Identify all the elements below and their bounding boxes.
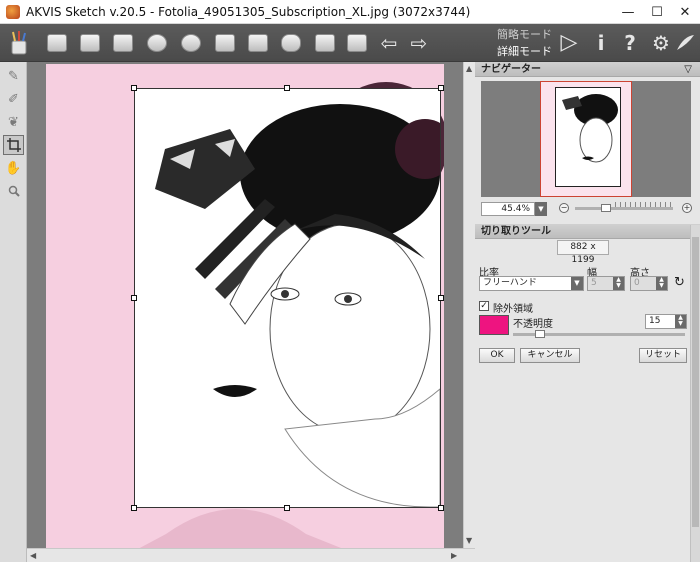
panel-scrollbar-thumb[interactable] — [692, 237, 699, 527]
speech-bubble-icon[interactable] — [278, 30, 304, 56]
minimize-button[interactable]: — — [612, 0, 644, 24]
detailed-mode-toggle[interactable]: 詳細モード — [497, 43, 552, 59]
zoom-value-field[interactable]: 45.4% — [481, 202, 535, 216]
zoom-slider-track[interactable] — [575, 207, 673, 210]
canvas-horizontal-scrollbar[interactable]: ◀ ▶ — [27, 548, 475, 562]
crop-handle-top-right[interactable] — [438, 85, 444, 91]
crop-size-readout: 882 x 1199 — [557, 240, 609, 265]
main-toolbar: ⇦ ⇨ 簡略モード 詳細モード ▷ i ? ⚙ — [0, 24, 700, 62]
zoom-slider-thumb[interactable] — [601, 204, 611, 212]
crop-handle-right[interactable] — [438, 295, 444, 301]
tool-palette: ✎ ✐ ❦ ✋ — [0, 62, 27, 562]
exclude-color-swatch[interactable] — [479, 315, 509, 335]
crop-handle-top-left[interactable] — [131, 85, 137, 91]
zoom-dropdown-arrow-icon[interactable]: ▼ — [535, 202, 547, 216]
scroll-up-arrow-icon[interactable]: ▲ — [466, 64, 472, 73]
opacity-slider-thumb[interactable] — [535, 330, 545, 338]
undo-arrow-icon[interactable]: ⇦ — [376, 30, 402, 56]
help-icon[interactable]: ? — [617, 30, 643, 56]
image-canvas[interactable] — [27, 62, 463, 548]
brush-cup-icon[interactable] — [6, 30, 32, 56]
hand-tool-icon[interactable]: ✋ — [3, 158, 24, 178]
zoom-slider-ticks — [615, 202, 673, 207]
info-icon[interactable]: i — [588, 30, 614, 56]
save-image-icon[interactable] — [77, 30, 103, 56]
simple-mode-toggle[interactable]: 簡略モード — [497, 26, 552, 42]
share-icon[interactable] — [144, 30, 170, 56]
load-preset-icon[interactable] — [212, 30, 238, 56]
crop-handle-top[interactable] — [284, 85, 290, 91]
navigator-visible-area[interactable] — [555, 87, 621, 187]
batch-load-icon[interactable] — [312, 30, 338, 56]
scroll-down-arrow-icon[interactable]: ▼ — [466, 536, 472, 545]
app-logo-icon — [6, 4, 20, 19]
spinner-icon: ▲ ▼ — [656, 277, 667, 290]
crop-tool-header: 切り取りツール — [475, 224, 700, 239]
pencil-tool-icon[interactable]: ✎ — [3, 66, 24, 86]
crop-handle-bottom-left[interactable] — [131, 505, 137, 511]
height-field: 0 ▲ ▼ — [630, 276, 668, 291]
zoom-out-icon[interactable]: − — [559, 203, 569, 213]
crop-tool-title: 切り取りツール — [481, 226, 551, 237]
crop-frame[interactable] — [134, 88, 441, 508]
navigator-title: ナビゲーター — [481, 64, 541, 75]
crop-tool-icon[interactable] — [3, 135, 24, 155]
exclude-area-checkbox[interactable]: ✓ — [479, 301, 489, 311]
swap-dimensions-icon[interactable]: ↻ — [674, 275, 685, 290]
chevron-down-icon: ▼ — [571, 277, 583, 290]
ok-button[interactable]: OK — [479, 348, 515, 363]
opacity-label: 不透明度 — [513, 319, 553, 330]
reset-button[interactable]: リセット — [639, 348, 687, 363]
spinner-icon[interactable]: ▲ ▼ — [675, 315, 686, 328]
scroll-left-arrow-icon[interactable]: ◀ — [30, 551, 36, 560]
canvas-vertical-scrollbar[interactable]: ▲ ▼ — [463, 62, 475, 548]
redo-arrow-icon[interactable]: ⇨ — [406, 30, 432, 56]
photo-background — [46, 64, 444, 548]
width-field: 5 ▲ ▼ — [587, 276, 625, 291]
close-button[interactable]: ✕ — [669, 0, 700, 24]
navigator-header: ナビゲーター ▽ — [475, 62, 700, 77]
zoom-tool-icon[interactable] — [3, 181, 24, 201]
print-icon[interactable] — [110, 30, 136, 56]
window-title: AKVIS Sketch v.20.5 - Fotolia_49051305_S… — [26, 4, 471, 19]
preferences-icon[interactable] — [178, 30, 204, 56]
open-image-icon[interactable] — [44, 30, 70, 56]
eraser-tool-icon[interactable]: ✐ — [3, 89, 24, 109]
opacity-field[interactable]: 15 ▲ ▼ — [645, 314, 687, 329]
spinner-icon: ▲ ▼ — [613, 277, 624, 290]
portrait-sketch — [155, 104, 440, 507]
zoom-in-icon[interactable]: + — [682, 203, 692, 213]
scroll-right-arrow-icon[interactable]: ▶ — [451, 551, 457, 560]
crop-handle-bottom[interactable] — [284, 505, 290, 511]
ratio-select[interactable]: フリーハンド ▼ — [479, 276, 584, 291]
cancel-button[interactable]: キャンセル — [520, 348, 580, 363]
settings-panel: ナビゲーター ▽ 45.4% ▼ − + 切り取りツール 882 x 1199 … — [475, 62, 700, 562]
smudge-tool-icon[interactable]: ❦ — [3, 112, 24, 132]
settings-gear-icon[interactable]: ⚙ — [648, 30, 674, 56]
batch-save-icon[interactable] — [344, 30, 370, 56]
feather-icon[interactable] — [672, 30, 698, 56]
crop-handle-left[interactable] — [131, 295, 137, 301]
run-play-icon[interactable]: ▷ — [556, 30, 582, 56]
crop-handle-bottom-right[interactable] — [438, 505, 444, 511]
title-bar: AKVIS Sketch v.20.5 - Fotolia_49051305_S… — [0, 0, 700, 24]
save-preset-icon[interactable] — [245, 30, 271, 56]
navigator-preview[interactable] — [481, 81, 691, 197]
exclude-area-label: 除外領域 — [493, 304, 533, 315]
panel-scrollbar[interactable] — [690, 225, 700, 562]
navigator-thumbnail — [540, 81, 632, 197]
collapse-icon[interactable]: ▽ — [684, 62, 692, 77]
